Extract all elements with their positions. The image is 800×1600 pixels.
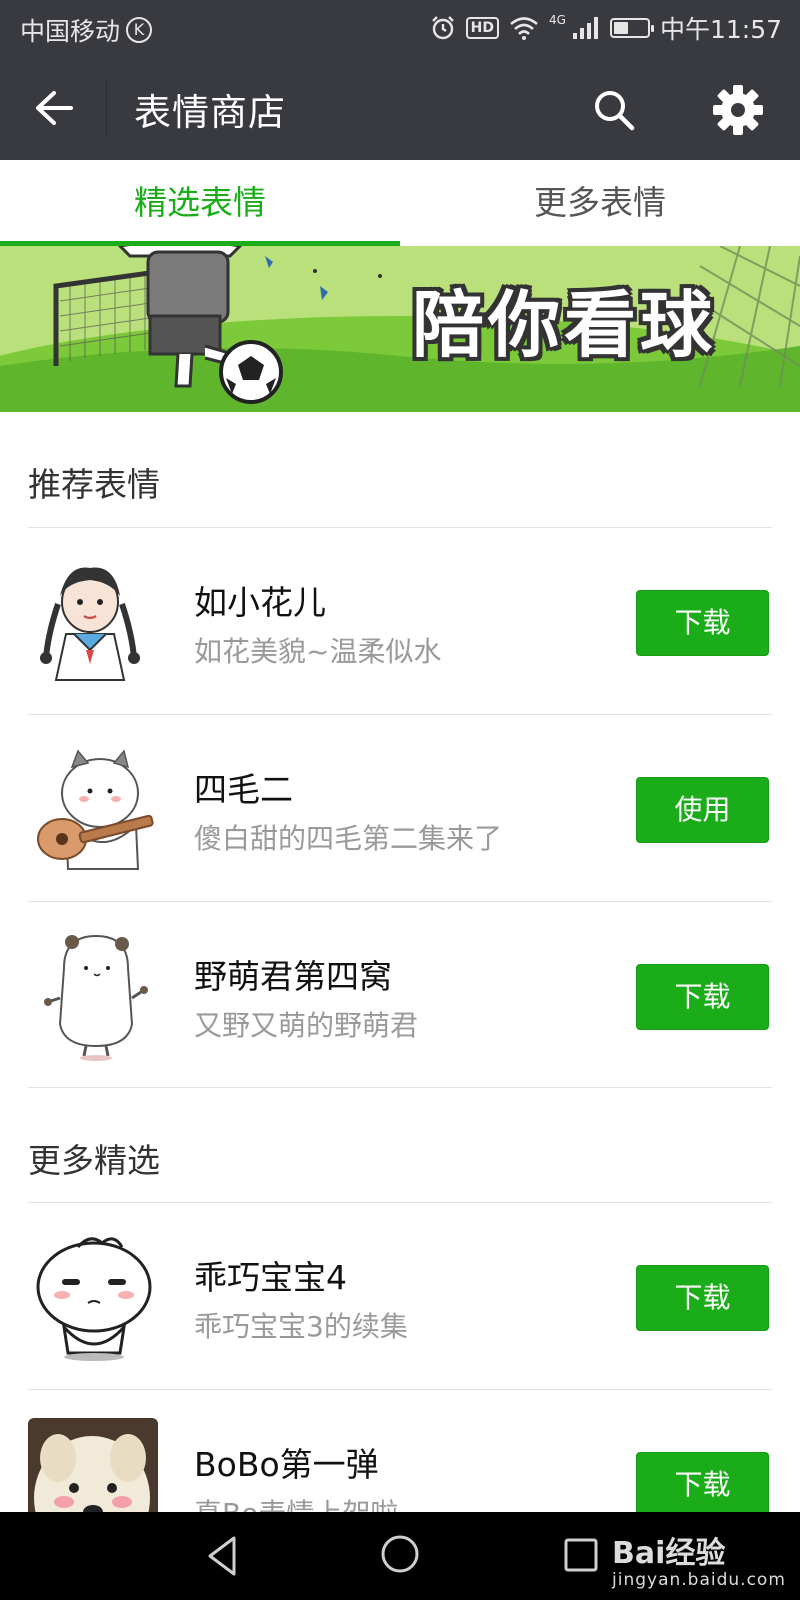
download-button[interactable]: 下载 (636, 1265, 769, 1331)
carrier-badge: K (126, 17, 153, 43)
search-icon (595, 91, 635, 131)
watermark-main: Bai经验 (612, 1536, 726, 1571)
nav-home-circle-icon[interactable] (378, 1532, 422, 1576)
back-button[interactable] (24, 80, 84, 136)
alarm-icon (431, 16, 454, 40)
sticker-name: BoBo第一弹 (194, 1445, 379, 1484)
nav-recent-square-icon[interactable] (560, 1532, 604, 1576)
sticker-description: 乖巧宝宝3的续集 (194, 1310, 408, 1343)
divider (28, 1087, 772, 1088)
status-bar: 中国移动 K HD 4G 中午11:57 (0, 0, 800, 56)
section-header-more-picks: 更多精选 (28, 1141, 160, 1180)
sticker-description: 又野又萌的野萌君 (194, 1009, 419, 1042)
sticker-name: 如小花儿 (194, 583, 326, 622)
section-header-recommended: 推荐表情 (28, 465, 160, 504)
tab-bar: 精选表情 更多表情 (0, 160, 800, 246)
sticker-thumbnail-baby (36, 1237, 152, 1361)
system-nav-bar: Bai经验 jingyan.baidu.com (0, 1512, 800, 1600)
use-button[interactable]: 使用 (636, 777, 769, 843)
page-title: 表情商店 (134, 91, 286, 134)
sticker-name: 四毛二 (194, 770, 293, 809)
sticker-row-yemengjun[interactable]: 野萌君第四窝 又野又萌的野萌君 下载 (0, 902, 800, 1088)
nav-back-triangle-icon[interactable] (200, 1532, 248, 1580)
settings-button[interactable] (708, 80, 768, 140)
battery-icon (609, 18, 654, 38)
sticker-name: 野萌君第四窝 (194, 957, 392, 996)
signal-icon (572, 17, 598, 39)
download-button[interactable]: 下载 (636, 1452, 769, 1518)
sticker-thumbnail-bear (44, 934, 148, 1061)
download-button[interactable]: 下载 (636, 590, 769, 656)
sticker-row-guaiqiaobaobao[interactable]: 乖巧宝宝4 乖巧宝宝3的续集 下载 (0, 1203, 800, 1389)
tab-featured-stickers[interactable]: 精选表情 (0, 160, 400, 246)
sticker-description: 如花美貌~温柔似水 (194, 635, 442, 668)
download-button[interactable]: 下载 (636, 964, 769, 1030)
promo-banner[interactable]: 陪你看球 (0, 246, 800, 412)
carrier: 中国移动 K (20, 12, 153, 48)
carrier-name: 中国移动 (20, 17, 121, 46)
sticker-description: 傻白甜的四毛第二集来了 (194, 822, 503, 855)
network-type: 4G (549, 13, 566, 27)
sticker-name: 乖巧宝宝4 (194, 1258, 347, 1297)
sticker-thumbnail-cat-ukulele (37, 749, 154, 870)
back-arrow-icon (36, 91, 73, 125)
baidu-jingyan-watermark: Bai经验 jingyan.baidu.com (612, 1528, 786, 1590)
app-bar: 表情商店 (0, 56, 800, 160)
sticker-row-simaoer[interactable]: 四毛二 傻白甜的四毛第二集来了 使用 (0, 715, 800, 901)
gear-icon (713, 85, 763, 135)
status-icons: HD 4G 中午11:57 (430, 10, 782, 46)
wifi-icon (510, 17, 538, 40)
sticker-row-ruxiaohuaer[interactable]: 如小花儿 如花美貌~温柔似水 下载 (0, 528, 800, 714)
status-time: 中午11:57 (659, 15, 782, 44)
appbar-divider (106, 80, 107, 136)
hd-badge: HD (465, 17, 500, 39)
sticker-thumbnail-girl (40, 567, 140, 681)
tab-more-stickers[interactable]: 更多表情 (400, 160, 800, 246)
banner-title: 陪你看球 (412, 283, 717, 367)
search-button[interactable] (584, 80, 644, 140)
watermark-sub: jingyan.baidu.com (612, 1570, 786, 1590)
